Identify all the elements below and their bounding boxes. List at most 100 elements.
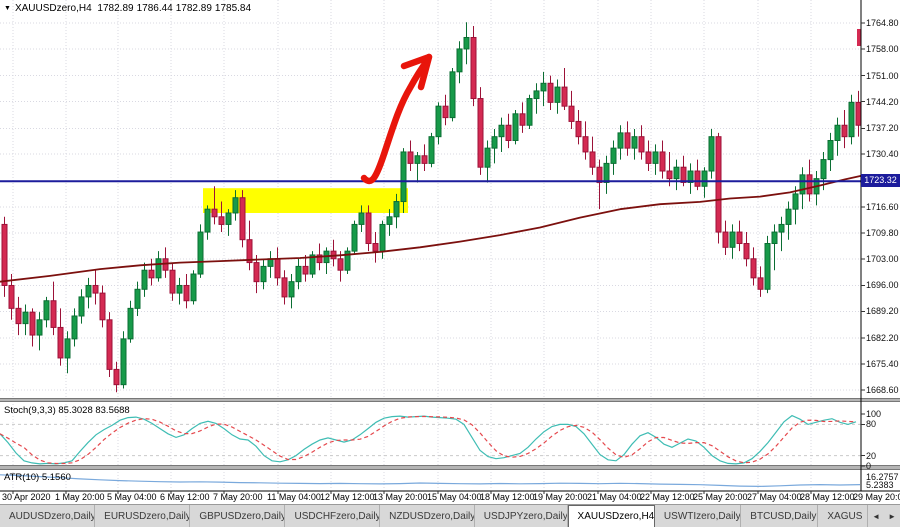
time-tick: 6 May 12:00 bbox=[160, 492, 210, 502]
right-edge-red-mark bbox=[857, 29, 861, 46]
tab-gbpusdzero-daily[interactable]: GBPUSDzero,Daily bbox=[190, 505, 285, 527]
time-tick: 19 May 20:00 bbox=[533, 492, 588, 502]
panel-splitter-2[interactable] bbox=[0, 465, 900, 470]
candle-up bbox=[296, 266, 301, 281]
time-tick: 11 May 04:00 bbox=[267, 492, 321, 502]
candle-up bbox=[177, 285, 182, 293]
panel-splitter-1[interactable] bbox=[0, 398, 900, 402]
candle-down bbox=[16, 308, 21, 323]
candle-up bbox=[485, 148, 490, 167]
mt4-chart-window: ▼XAUUSDzero,H4 1782.891786.441782.891785… bbox=[0, 0, 900, 527]
time-tick: 25 May 20:00 bbox=[693, 492, 748, 502]
candle-down bbox=[842, 125, 847, 136]
candle-up bbox=[191, 274, 196, 301]
candle-down bbox=[520, 114, 525, 125]
price-tick: 1709.80 bbox=[866, 228, 899, 238]
candle-up bbox=[492, 137, 497, 148]
candle-up bbox=[198, 232, 203, 274]
candle-up bbox=[387, 217, 392, 225]
time-tick: 1 May 20:00 bbox=[55, 492, 105, 502]
tab-xagus[interactable]: XAGUS bbox=[818, 505, 868, 527]
candle-up bbox=[380, 224, 385, 251]
price-tick: 1737.20 bbox=[866, 123, 899, 133]
candle-up bbox=[499, 125, 504, 136]
price-chart-canvas[interactable] bbox=[0, 0, 900, 527]
candle-up bbox=[527, 99, 532, 126]
price-tick: 1744.20 bbox=[866, 97, 899, 107]
candle-down bbox=[93, 285, 98, 293]
tab-nzdusdzero-daily[interactable]: NZDUSDzero,Daily bbox=[380, 505, 475, 527]
time-tick: 28 May 12:00 bbox=[800, 492, 855, 502]
stoch-level-label: 100 bbox=[866, 409, 881, 419]
candle-up bbox=[464, 37, 469, 48]
candle-up bbox=[828, 141, 833, 160]
price-tick: 1675.40 bbox=[866, 359, 899, 369]
time-tick: 18 May 12:00 bbox=[480, 492, 535, 502]
candle-up bbox=[674, 167, 679, 178]
stoch-level-lines bbox=[0, 424, 861, 455]
tab-scroll-left[interactable]: ◄ bbox=[868, 505, 884, 527]
candle-down bbox=[758, 278, 763, 289]
ohlc-high: 1786.44 bbox=[137, 3, 173, 14]
candle-up bbox=[457, 49, 462, 72]
candle-up bbox=[226, 213, 231, 224]
candle-down bbox=[646, 152, 651, 163]
candle-up bbox=[513, 114, 518, 141]
candle-up bbox=[359, 213, 364, 224]
candle-up bbox=[142, 270, 147, 289]
candle-up bbox=[730, 232, 735, 247]
candle-down bbox=[807, 175, 812, 194]
symbol-dropdown-icon[interactable]: ▼ bbox=[4, 5, 11, 12]
price-tick: 1716.60 bbox=[866, 202, 899, 212]
time-axis[interactable]: 30 Apr 20201 May 20:005 May 04:006 May 1… bbox=[0, 492, 900, 504]
candle-up bbox=[800, 175, 805, 194]
tab-uswtizero-daily[interactable]: USWTIzero,Daily bbox=[655, 505, 741, 527]
tab-usdchfzero-daily[interactable]: USDCHFzero,Daily bbox=[285, 505, 380, 527]
candle-up bbox=[436, 106, 441, 137]
candle-down bbox=[695, 171, 700, 186]
candle-down bbox=[576, 121, 581, 136]
candle-down bbox=[9, 285, 14, 308]
ohlc-close: 1785.84 bbox=[215, 3, 251, 14]
price-tick: 1730.40 bbox=[866, 149, 899, 159]
price-axis[interactable]: 1764.801758.001751.001744.201737.201730.… bbox=[862, 0, 900, 504]
tab-usdjpyzero-daily[interactable]: USDJPYzero,Daily bbox=[475, 505, 568, 527]
tab-scroll-right[interactable]: ► bbox=[884, 505, 900, 527]
candle-up bbox=[793, 194, 798, 209]
candle-down bbox=[254, 263, 259, 282]
candle-down bbox=[240, 198, 245, 240]
candle-down bbox=[338, 259, 343, 270]
atr-axis-label: 5.2383 bbox=[866, 480, 894, 490]
price-tick: 1758.00 bbox=[866, 44, 899, 54]
candle-down bbox=[681, 167, 686, 182]
ohlc-open: 1782.89 bbox=[97, 3, 133, 14]
tab-audusdzero-daily[interactable]: AUDUSDzero,Daily bbox=[0, 505, 95, 527]
candle-down bbox=[443, 106, 448, 117]
candle-down bbox=[471, 37, 476, 98]
candle-down bbox=[744, 244, 749, 259]
stoch-level-label: 0 bbox=[866, 461, 871, 471]
candle-down bbox=[149, 270, 154, 278]
candle-down bbox=[184, 285, 189, 300]
candle-down bbox=[30, 312, 35, 335]
candle-up bbox=[261, 266, 266, 281]
candle-up bbox=[772, 232, 777, 243]
price-tick: 1703.00 bbox=[866, 254, 899, 264]
price-tick: 1668.60 bbox=[866, 385, 899, 395]
tab-btcusd-daily[interactable]: BTCUSD,Daily bbox=[741, 505, 818, 527]
candle-down bbox=[170, 270, 175, 293]
candle-up bbox=[709, 137, 714, 171]
tab-xauusdzero-h4[interactable]: XAUUSDzero,H4 bbox=[568, 505, 655, 527]
candle-up bbox=[604, 163, 609, 182]
candle-down bbox=[58, 327, 63, 358]
candle-down bbox=[219, 217, 224, 225]
candle-down bbox=[716, 137, 721, 232]
price-tick: 1764.80 bbox=[866, 18, 899, 28]
tab-eurusdzero-daily[interactable]: EURUSDzero,Daily bbox=[95, 505, 190, 527]
candle-up bbox=[849, 102, 854, 136]
candle-up bbox=[233, 198, 238, 213]
candle-down bbox=[506, 125, 511, 140]
candle-down bbox=[275, 259, 280, 278]
candle-down bbox=[408, 152, 413, 163]
ohlc-low: 1782.89 bbox=[176, 3, 212, 14]
